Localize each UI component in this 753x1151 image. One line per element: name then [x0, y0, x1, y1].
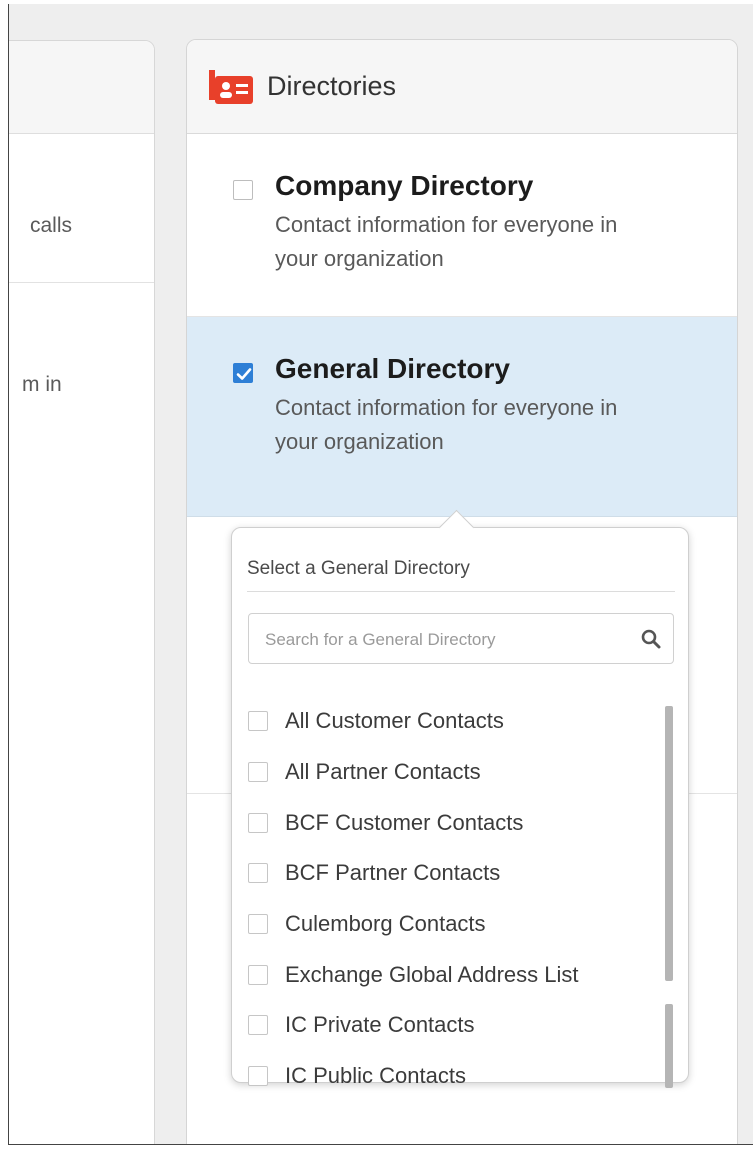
- list-item-checkbox[interactable]: [248, 762, 268, 783]
- list-item-label: Culemborg Contacts: [285, 911, 486, 937]
- list-item[interactable]: All Partner Contacts: [246, 747, 666, 798]
- app-stage: calls m in Directories Company Directory: [8, 4, 753, 1145]
- list-item-checkbox[interactable]: [248, 711, 268, 732]
- left-panel: calls m in: [9, 40, 155, 1144]
- search-field[interactable]: [248, 613, 674, 665]
- option-description-line: your organization: [275, 246, 444, 271]
- option-description-line: Contact information for everyone in: [275, 395, 618, 420]
- list-item[interactable]: BCF Customer Contacts: [246, 797, 666, 848]
- left-panel-text-fragment: m in: [22, 373, 62, 396]
- option-description: Contact information for everyone in your…: [275, 208, 717, 276]
- left-panel-text-fragment: calls: [30, 214, 73, 237]
- list-item-checkbox[interactable]: [248, 1015, 268, 1036]
- list-item[interactable]: BCF Partner Contacts: [246, 848, 666, 899]
- list-item-label: BCF Customer Contacts: [285, 809, 524, 835]
- option-title: General Directory: [275, 353, 510, 384]
- panel-title: Directories: [267, 71, 397, 101]
- contact-card-icon: [209, 68, 255, 106]
- list-item[interactable]: IC Public Contacts: [246, 1051, 666, 1102]
- list-item[interactable]: Exchange Global Address List: [246, 949, 666, 1000]
- scrollbar-thumb[interactable]: [665, 706, 673, 981]
- list-item-label: All Customer Contacts: [285, 708, 504, 734]
- general-directory-checkbox[interactable]: [233, 363, 253, 383]
- left-panel-header: [9, 41, 154, 134]
- company-directory-option[interactable]: Company Directory Contact information fo…: [187, 134, 737, 317]
- option-description-line: your organization: [275, 429, 444, 454]
- list-item-label: Exchange Global Address List: [285, 961, 579, 987]
- directory-list: All Customer Contacts All Partner Contac…: [246, 696, 666, 1102]
- option-title: Company Directory: [275, 170, 534, 201]
- list-item-label: IC Private Contacts: [285, 1012, 475, 1038]
- search-icon[interactable]: [639, 627, 663, 651]
- search-input[interactable]: [263, 614, 627, 665]
- directories-header: Directories: [187, 40, 737, 134]
- list-item[interactable]: IC Private Contacts: [246, 1000, 666, 1051]
- company-directory-checkbox[interactable]: [233, 180, 253, 200]
- general-directory-option[interactable]: General Directory Contact information fo…: [187, 317, 737, 517]
- picker-label: Select a General Directory: [247, 558, 470, 579]
- general-directory-picker: Select a General Directory All Customer …: [231, 509, 689, 1088]
- divider: [247, 591, 675, 592]
- option-description: Contact information for everyone in your…: [275, 391, 717, 459]
- list-item-checkbox[interactable]: [248, 863, 268, 884]
- scrollbar-thumb[interactable]: [665, 1004, 673, 1088]
- list-item-label: BCF Partner Contacts: [285, 860, 501, 886]
- list-item[interactable]: All Customer Contacts: [246, 696, 666, 747]
- list-item[interactable]: Culemborg Contacts: [246, 899, 666, 950]
- left-panel-row: calls: [9, 134, 154, 283]
- list-scrollbar[interactable]: [665, 706, 673, 1091]
- list-item-checkbox[interactable]: [248, 914, 268, 935]
- list-item-label: All Partner Contacts: [285, 759, 481, 785]
- option-description-line: Contact information for everyone in: [275, 212, 618, 237]
- list-item-checkbox[interactable]: [248, 964, 268, 985]
- list-item-checkbox[interactable]: [248, 812, 268, 833]
- checkmark-icon: [236, 368, 252, 380]
- list-item-label: IC Public Contacts: [285, 1063, 466, 1089]
- list-item-checkbox[interactable]: [248, 1066, 268, 1087]
